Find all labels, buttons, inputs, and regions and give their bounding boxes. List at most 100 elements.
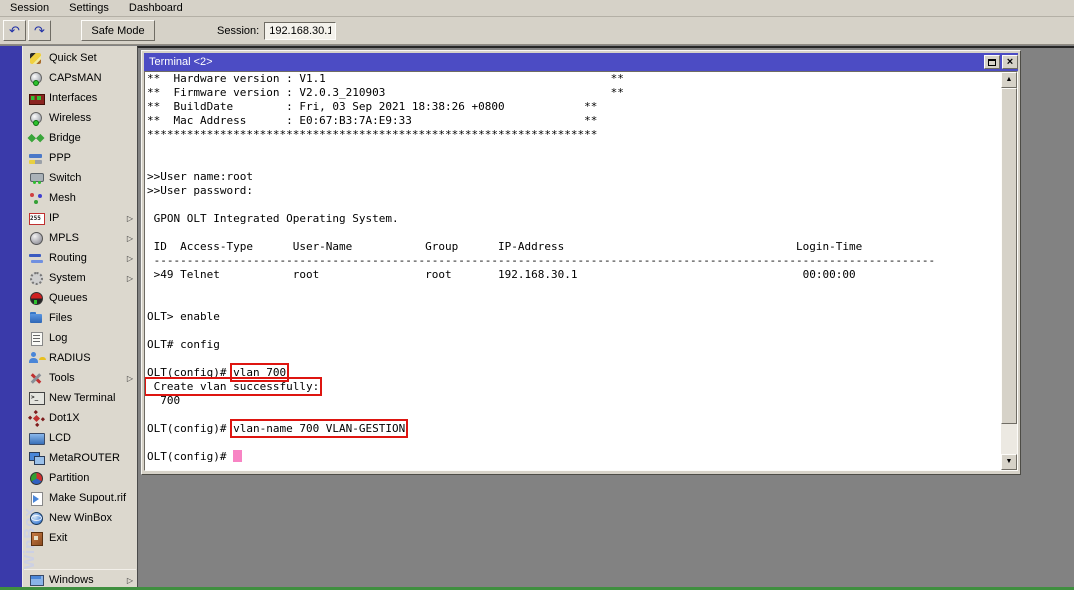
sphere-icon: [29, 232, 44, 245]
undo-button[interactable]: ↶: [3, 20, 26, 41]
metarouter-icon: [29, 452, 44, 465]
undo-icon: ↶: [9, 24, 20, 37]
sidebar-item-partition[interactable]: Partition: [23, 468, 137, 488]
terminal-line: [147, 352, 1001, 366]
sidebar-item-switch[interactable]: Switch: [23, 168, 137, 188]
sidebar-item-label: Mesh: [49, 192, 76, 204]
tools-icon: [29, 372, 44, 385]
sidebar-item-label: Interfaces: [49, 92, 97, 104]
terminal-output[interactable]: ** Hardware version : V1.1 **** Firmware…: [145, 72, 1001, 470]
gear-icon: [29, 272, 44, 285]
sidebar-item-exit[interactable]: Exit: [23, 528, 137, 548]
sidebar-item-make-supout-rif[interactable]: Make Supout.rif: [23, 488, 137, 508]
safe-mode-button[interactable]: Safe Mode: [81, 20, 155, 41]
sidebar-spacer: [23, 548, 137, 569]
sidebar-item-label: Files: [49, 312, 72, 324]
terminal-line: [147, 408, 1001, 422]
sidebar-item-ppp[interactable]: PPP: [23, 148, 137, 168]
sidebar-item-files[interactable]: Files: [23, 308, 137, 328]
queues-icon: [29, 292, 44, 305]
sidebar-item-dot1x[interactable]: Dot1X: [23, 408, 137, 428]
dot1x-icon: [29, 412, 44, 425]
session-label: Session:: [217, 25, 259, 37]
sidebar-item-label: Wireless: [49, 112, 91, 124]
sidebar-item-mesh[interactable]: Mesh: [23, 188, 137, 208]
sidebar-item-lcd[interactable]: LCD: [23, 428, 137, 448]
sidebar-item-label: Bridge: [49, 132, 81, 144]
terminal-line: ----------------------------------------…: [147, 254, 1001, 268]
terminal-line: ** Hardware version : V1.1 **: [147, 72, 1001, 86]
vertical-scrollbar[interactable]: ▲ ▼: [1001, 72, 1017, 470]
maximize-icon: [988, 59, 996, 66]
terminal-line: >>User password:: [147, 184, 1001, 198]
sidebar-item-system[interactable]: System▷: [23, 268, 137, 288]
sidebar-item-label: New Terminal: [49, 392, 115, 404]
menu-session[interactable]: Session: [0, 1, 59, 15]
terminal-line: [147, 282, 1001, 296]
sidebar-item-label: Windows: [49, 574, 94, 586]
sidebar-item-label: Tools: [49, 372, 75, 384]
windows-icon: [29, 574, 44, 587]
redo-button[interactable]: ↷: [28, 20, 51, 41]
sidebar-item-label: MetaROUTER: [49, 452, 120, 464]
maximize-button[interactable]: [984, 55, 1000, 69]
sidebar-item-log[interactable]: Log: [23, 328, 137, 348]
sidebar-item-ip[interactable]: IP▷: [23, 208, 137, 228]
sidebar-item-capsman[interactable]: CAPsMAN: [23, 68, 137, 88]
terminal-cursor: [233, 450, 242, 462]
terminal-line: [147, 296, 1001, 310]
sidebar-item-routing[interactable]: Routing▷: [23, 248, 137, 268]
sidebar-item-label: IP: [49, 212, 59, 224]
ip255-icon: [29, 212, 44, 225]
radius-icon: [29, 352, 44, 365]
exit-icon: [29, 532, 44, 545]
sidebar-item-label: Partition: [49, 472, 89, 484]
terminal-titlebar[interactable]: Terminal <2> ×: [144, 53, 1018, 71]
supout-icon: [29, 492, 44, 505]
routing-icon: [29, 252, 44, 265]
globe-icon: [29, 512, 44, 525]
scroll-down-button[interactable]: ▼: [1001, 454, 1017, 470]
sidebar-item-queues[interactable]: Queues: [23, 288, 137, 308]
submenu-arrow-icon: ▷: [127, 374, 133, 383]
terminal-line: 700: [147, 394, 1001, 408]
menu-settings[interactable]: Settings: [59, 1, 119, 15]
terminal-line: [147, 198, 1001, 212]
terminal-line: >49 Telnet root root 192.168.30.1 00:00:…: [147, 268, 1001, 282]
terminal-line: ****************************************…: [147, 128, 1001, 142]
terminal-body: ** Hardware version : V1.1 **** Firmware…: [144, 71, 1018, 471]
sidebar-item-label: New WinBox: [49, 512, 112, 524]
sidebar-item-label: Dot1X: [49, 412, 80, 424]
terminal-line: ** BuildDate : Fri, 03 Sep 2021 18:38:26…: [147, 100, 1001, 114]
lcd-icon: [29, 432, 44, 445]
sidebar-item-label: CAPsMAN: [49, 72, 102, 84]
terminal-line: ** Mac Address : E0:67:B3:7A:E9:33 **: [147, 114, 1001, 128]
wand-icon: [29, 52, 44, 65]
sidebar-item-radius[interactable]: RADIUS: [23, 348, 137, 368]
red-highlight-box: Create vlan successfully:: [147, 380, 319, 393]
sidebar-item-tools[interactable]: Tools ▷: [23, 368, 137, 388]
terminal-title: Terminal <2>: [149, 56, 982, 68]
terminal-icon: [29, 392, 44, 405]
chip-icon: [29, 92, 44, 105]
sidebar-item-interfaces[interactable]: Interfaces: [23, 88, 137, 108]
close-button[interactable]: ×: [1002, 55, 1018, 69]
sidebar-item-bridge[interactable]: Bridge: [23, 128, 137, 148]
sidebar-item-quick-set[interactable]: Quick Set: [23, 48, 137, 68]
sidebar-item-mpls[interactable]: MPLS▷: [23, 228, 137, 248]
terminal-line: OLT(config)# vlan-name 700 VLAN-GESTION: [147, 422, 1001, 436]
sidebar-item-label: RADIUS: [49, 352, 91, 364]
sidebar-item-label: System: [49, 272, 86, 284]
sidebar-item-wireless[interactable]: Wireless: [23, 108, 137, 128]
sidebar-item-new-winbox[interactable]: New WinBox: [23, 508, 137, 528]
partition-icon: [29, 472, 44, 485]
sidebar-item-new-terminal[interactable]: New Terminal: [23, 388, 137, 408]
menu-dashboard[interactable]: Dashboard: [119, 1, 193, 15]
terminal-line: ID Access-Type User-Name Group IP-Addres…: [147, 240, 1001, 254]
scroll-up-button[interactable]: ▲: [1001, 72, 1017, 88]
scrollbar-thumb[interactable]: [1001, 88, 1017, 424]
session-input[interactable]: [264, 22, 336, 40]
sidebar-item-metarouter[interactable]: MetaROUTER: [23, 448, 137, 468]
terminal-window[interactable]: Terminal <2> × ** Hardware version : V1.…: [141, 50, 1021, 475]
submenu-arrow-icon: ▷: [127, 254, 133, 263]
